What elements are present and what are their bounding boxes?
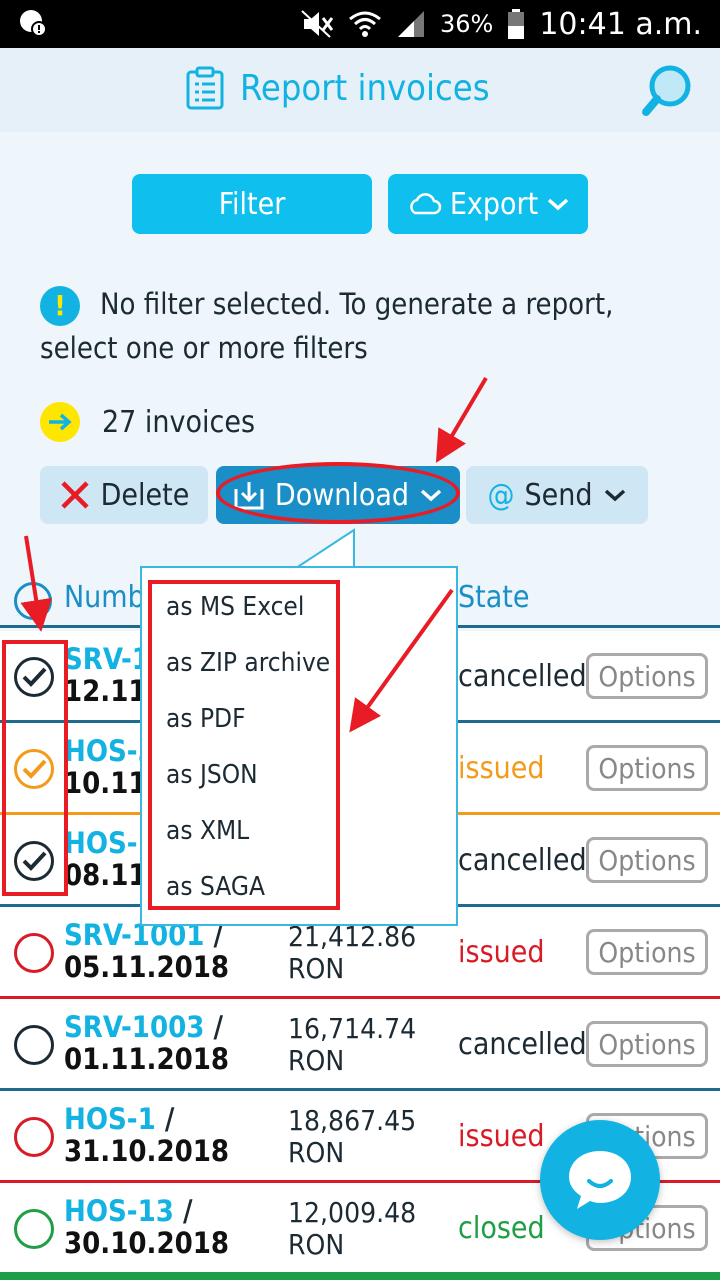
chat-bubble-icon [569,1151,631,1209]
options-button[interactable]: Options [586,745,708,791]
column-header-state[interactable]: State [458,580,529,615]
invoice-number[interactable]: SRV-1001 /05.11.2018 [64,919,229,983]
filter-button-label: Filter [218,186,286,222]
status-bar: 36% 10:41 a.m. [0,0,720,48]
cloud-icon [410,193,442,215]
clock: 10:41 a.m. [539,6,702,42]
invoice-state: closed [458,1211,545,1246]
export-button-label: Export [449,186,539,222]
annotation-box-menu [148,580,340,910]
mute-icon [301,10,334,38]
close-icon [61,481,89,509]
app-header: Report invoices [0,48,720,132]
export-button[interactable]: Export [388,174,588,234]
invoice-amount: 21,412.86 RON [288,921,416,985]
separator: / [173,1194,193,1228]
amount-currency: RON [288,1044,345,1077]
invoice-state: cancelled [458,843,587,878]
chevron-down-icon [604,489,625,502]
radio-button[interactable] [14,1209,54,1249]
invoice-date: 05.11.2018 [64,950,230,984]
separator: / [155,1102,175,1136]
invoice-count: 27 invoices [40,402,255,442]
amount-value: 16,714.74 [288,1012,417,1045]
at-icon: @ [487,477,515,513]
invoice-count-text: 27 invoices [102,404,256,440]
table-row[interactable]: SRV-1003 /01.11.2018 16,714.74 RON cancelle… [0,999,720,1091]
select-all-radio[interactable] [14,582,52,620]
invoice-number[interactable]: HOS-13 /30.10.2018 [64,1195,229,1259]
invoice-state: cancelled [458,659,587,694]
annotation-ellipse [216,462,460,524]
battery-percent: 36% [439,10,494,38]
invoice-state: issued [458,935,545,970]
bottom-row-border [0,1272,720,1280]
dropdown-caret [292,528,355,570]
search-icon[interactable] [640,62,696,118]
annotation-box-checkboxes [2,640,68,896]
radio-button[interactable] [14,1025,54,1065]
invoice-code[interactable]: SRV-1003 [64,1010,204,1044]
battery-icon [508,9,525,39]
arrow-right-icon [40,402,80,442]
invoice-code[interactable]: HOS-13 [64,1194,174,1228]
separator: / [204,1010,224,1044]
amount-value: 12,009.48 [288,1196,417,1229]
invoice-state: issued [458,751,545,786]
options-button[interactable]: Options [586,837,708,883]
invoice-number[interactable]: SRV-1003 /01.11.2018 [64,1011,229,1075]
page-title: Report invoices [182,66,490,110]
radio-button[interactable] [14,933,54,973]
status-bar-right: 36% 10:41 a.m. [300,6,702,42]
invoice-date: 31.10.2018 [64,1134,230,1168]
clipboard-icon [186,66,224,110]
options-button[interactable]: Options [586,1021,708,1067]
invoice-amount: 12,009.48 RON [288,1197,416,1261]
filter-button[interactable]: Filter [132,174,372,234]
invoice-amount: 18,867.45 RON [288,1105,416,1169]
options-button[interactable]: Options [586,929,708,975]
amount-currency: RON [288,1228,345,1261]
info-message-text: No filter selected. To generate a report… [40,287,614,365]
notification-icon [20,10,47,37]
amount-currency: RON [288,952,345,985]
amount-currency: RON [288,1136,345,1169]
info-message: ! No filter selected. To generate a repor… [40,282,690,370]
invoice-code[interactable]: SRV-1 [64,642,150,676]
chat-button[interactable] [540,1120,660,1240]
invoice-amount: 16,714.74 RON [288,1013,416,1077]
invoice-state: cancelled [458,1027,587,1062]
page-title-text: Report invoices [240,67,490,109]
amount-value: 18,867.45 [288,1104,417,1137]
invoice-number[interactable]: HOS-1 /31.10.2018 [64,1103,229,1167]
invoice-date: 01.11.2018 [64,1042,230,1076]
invoice-date: 30.10.2018 [64,1226,230,1260]
chevron-down-icon [548,198,569,211]
invoice-code[interactable]: HOS-1 [64,1102,156,1136]
radio-button[interactable] [14,1117,54,1157]
invoice-state: issued [458,1119,545,1154]
wifi-icon [349,11,381,37]
delete-button[interactable]: Delete [40,466,208,524]
delete-button-label: Delete [100,477,190,513]
send-button[interactable]: @ Send [466,466,648,524]
exclamation-icon: ! [40,286,80,326]
send-button-label: Send [524,477,593,513]
signal-icon [397,11,424,37]
options-button[interactable]: Options [586,653,708,699]
